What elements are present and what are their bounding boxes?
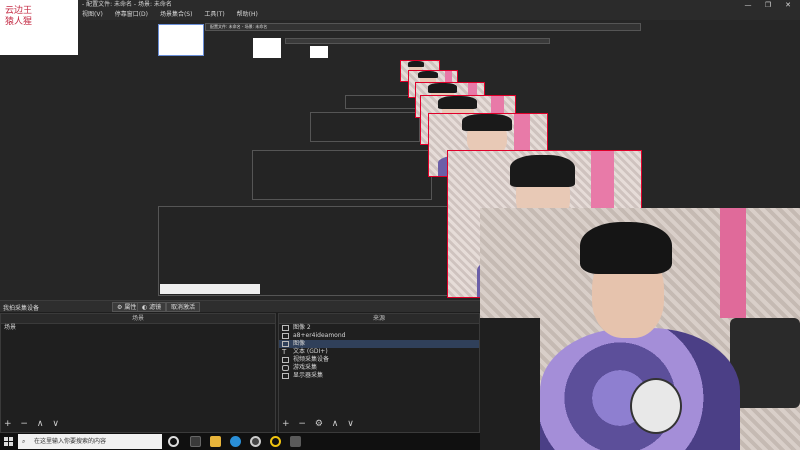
source-item[interactable]: 图像 2: [279, 324, 479, 332]
nested-dock-3: [310, 112, 420, 142]
source-settings-button[interactable]: ⚙: [315, 419, 323, 429]
source-item[interactable]: T 文本 (GDI+): [279, 348, 479, 356]
filters-button[interactable]: ◐ 滤镜: [137, 302, 167, 312]
file-explorer-icon[interactable]: [210, 436, 221, 447]
move-source-down-button[interactable]: ∨: [347, 419, 354, 429]
logo-line-1: 云边王: [5, 6, 33, 16]
source-item[interactable]: a8+er4ideamond: [279, 332, 479, 340]
obs-alt-icon[interactable]: [270, 436, 281, 447]
source-item[interactable]: 显示器采集: [279, 372, 479, 380]
gear-icon: ⚙: [117, 304, 123, 311]
app-icon[interactable]: [190, 436, 201, 447]
remove-source-button[interactable]: −: [298, 419, 306, 429]
search-icon: ⌕: [22, 438, 26, 445]
sources-controls: + − ⚙ ∧ ∨: [282, 419, 360, 429]
gamepad-icon: [282, 365, 289, 371]
image-icon: [282, 341, 289, 347]
nested-window-menubar: [285, 38, 550, 44]
nested-logo-preview: [158, 24, 204, 56]
menu-bar: 视图(V) 停靠窗口(D) 场景集合(S) 工具(T) 帮助(H): [0, 10, 800, 20]
scenes-controls: + − ∧ ∨: [4, 419, 65, 429]
source-item[interactable]: 视频采集设备: [279, 356, 479, 364]
logo-line-2: 猿人猩: [5, 17, 33, 27]
nested-logo-preview-3: [310, 46, 328, 58]
task-view-icon[interactable]: [168, 436, 179, 447]
astronaut-sticker-icon: [630, 378, 682, 434]
close-button[interactable]: ✕: [778, 0, 798, 10]
scene-item[interactable]: 场景: [1, 324, 275, 332]
source-item[interactable]: 游戏采集: [279, 364, 479, 372]
camera-icon: [282, 357, 289, 363]
add-scene-button[interactable]: +: [4, 419, 12, 429]
title-bar: - 配置文件: 未命名 - 场景: 未命名: [0, 0, 800, 10]
image-icon: [282, 325, 289, 331]
app-icon[interactable]: [290, 436, 301, 447]
menu-item-view[interactable]: 视图(V): [82, 11, 103, 18]
scenes-panel: 场景 场景 + − ∧ ∨: [0, 313, 276, 433]
sources-panel: 来源 图像 2 a8+er4ideamond 图像 T 文本 (GDI+) 视频采…: [278, 313, 480, 433]
nested-window-titlebar: 配置文件: 未命名 - 场景: 未命名: [205, 23, 641, 31]
obs-icon[interactable]: [250, 436, 261, 447]
sources-header: 来源: [279, 314, 479, 324]
move-scene-up-button[interactable]: ∧: [37, 419, 44, 429]
menu-item-tools[interactable]: 工具(T): [204, 11, 224, 18]
text-icon: T: [282, 348, 287, 356]
selected-source-label: 我拍采集设备: [3, 305, 40, 312]
minimize-button[interactable]: —: [738, 0, 758, 10]
filter-icon: ◐: [142, 304, 148, 311]
nested-dock-4: [345, 95, 417, 109]
edge-icon[interactable]: [230, 436, 241, 447]
menu-item-docks[interactable]: 停靠窗口(D): [115, 11, 148, 18]
add-source-button[interactable]: +: [282, 419, 290, 429]
nested-taskbar-search: [160, 284, 260, 294]
deactivate-button[interactable]: 取消激活: [166, 302, 201, 312]
move-scene-down-button[interactable]: ∨: [52, 419, 59, 429]
move-source-up-button[interactable]: ∧: [332, 419, 339, 429]
maximize-button[interactable]: ❐: [758, 0, 778, 10]
menu-item-scene-collection[interactable]: 场景集合(S): [160, 11, 193, 18]
remove-scene-button[interactable]: −: [20, 419, 28, 429]
scenes-header: 场景: [1, 314, 275, 324]
image-icon: [282, 333, 289, 339]
monitor-icon: [282, 373, 289, 379]
nested-dock-2: [252, 150, 432, 200]
nested-logo-preview-2: [253, 38, 281, 58]
logo-image: 云边王 猿人猩: [0, 0, 78, 55]
nested-dock-1: [158, 206, 448, 296]
source-item-selected[interactable]: 图像: [279, 340, 479, 348]
webcam-feed: [480, 208, 800, 450]
punching-bag: [720, 208, 746, 318]
menu-item-help[interactable]: 帮助(H): [237, 11, 258, 18]
windows-start-icon[interactable]: [4, 437, 14, 447]
window-title: - 配置文件: 未命名 - 场景: 未命名: [82, 1, 172, 8]
taskbar-search-input[interactable]: ⌕ 在这里输入你要搜索的内容: [18, 434, 162, 449]
